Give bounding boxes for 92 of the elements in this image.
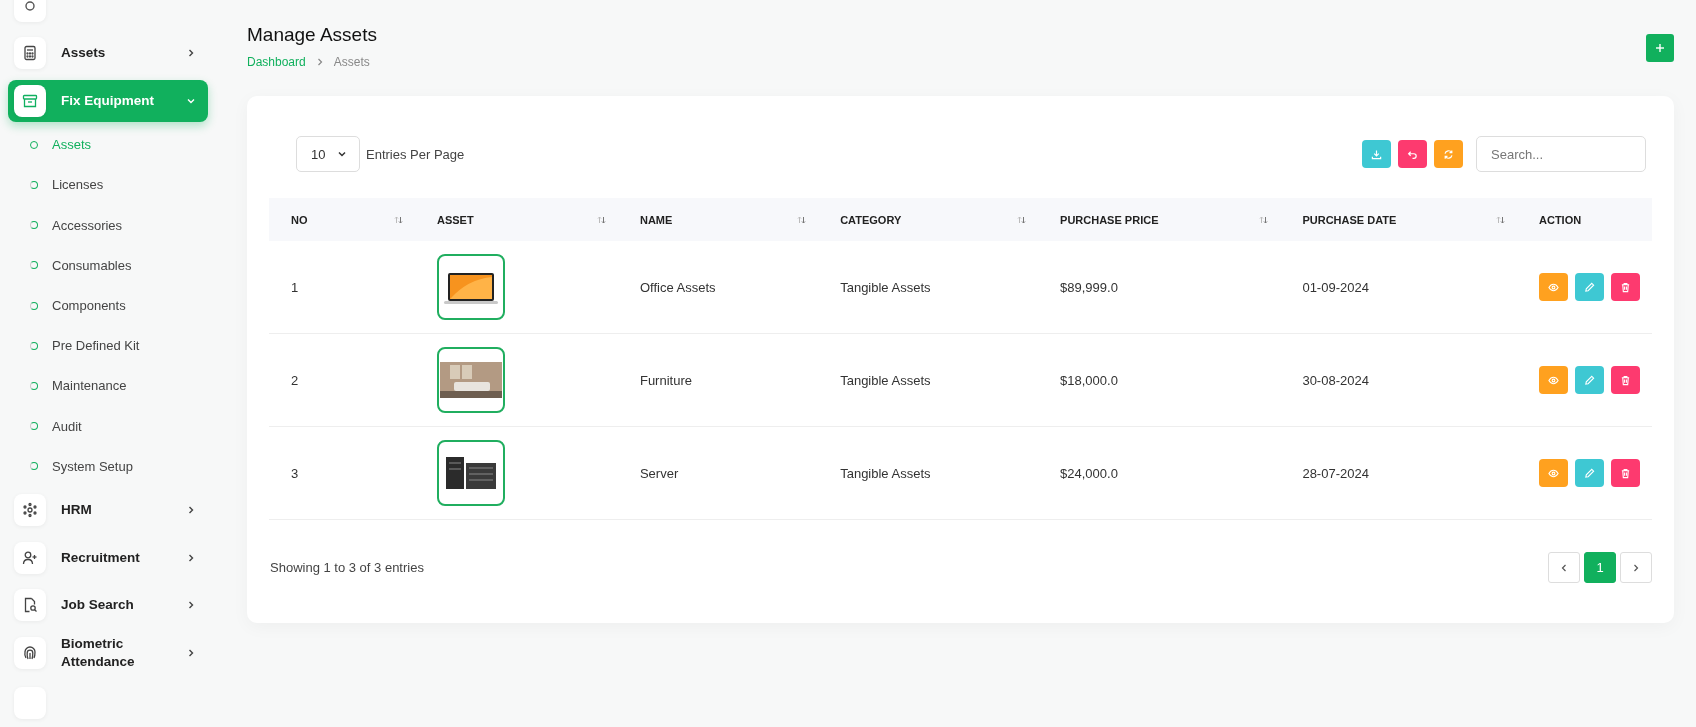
calculator-icon bbox=[14, 37, 46, 70]
table-cell: $18,000.0 bbox=[1060, 372, 1118, 388]
sidebar-item[interactable]: Recruitment bbox=[8, 536, 208, 579]
table-cell: $89,999.0 bbox=[1060, 279, 1118, 295]
sidebar-item[interactable]: Biometric Attendance bbox=[8, 632, 208, 674]
trash-icon bbox=[1620, 281, 1631, 293]
chevron-left-icon bbox=[1560, 563, 1568, 572]
chevron-icon bbox=[186, 48, 196, 59]
submenu-item[interactable]: System Setup bbox=[8, 446, 208, 487]
doc-search-icon bbox=[14, 589, 46, 622]
table-cell: 28-07-2024 bbox=[1302, 465, 1369, 481]
undo-button[interactable] bbox=[1398, 140, 1427, 168]
breadcrumb-current: Assets bbox=[333, 55, 370, 69]
download-button[interactable] bbox=[1362, 140, 1391, 168]
column-header: PURCHASE DATE bbox=[1302, 213, 1397, 226]
chevron-icon bbox=[315, 58, 324, 66]
view-button[interactable] bbox=[1539, 366, 1568, 394]
column-header: PURCHASE PRICE bbox=[1060, 213, 1159, 226]
submenu-item[interactable]: Consumables bbox=[8, 245, 208, 286]
sort-icon[interactable] bbox=[1496, 215, 1505, 224]
table-cell: Tangible Assets bbox=[840, 279, 931, 295]
chevron-icon bbox=[186, 600, 196, 611]
sidebar-item[interactable]: HRM bbox=[8, 489, 208, 531]
table-cell: Office Assets bbox=[639, 279, 716, 295]
sort-icon[interactable] bbox=[394, 215, 403, 224]
table-cell: Tangible Assets bbox=[840, 372, 931, 388]
sort-icon[interactable] bbox=[1259, 215, 1269, 224]
sidebar-item[interactable]: Assets bbox=[8, 32, 208, 75]
table-cell: 01-09-2024 bbox=[1302, 279, 1369, 295]
submenu-item[interactable]: Maintenance bbox=[8, 365, 208, 406]
chevron-icon bbox=[186, 552, 196, 563]
entries-label: Entries Per Page bbox=[366, 146, 465, 162]
hub-icon bbox=[14, 494, 46, 527]
view-button[interactable] bbox=[1539, 459, 1568, 487]
refresh-icon bbox=[1443, 148, 1454, 160]
sort-icon[interactable] bbox=[797, 215, 807, 224]
eye-icon bbox=[1548, 467, 1559, 479]
submenu-item[interactable]: Licenses bbox=[8, 164, 208, 205]
page-title: Manage Assets bbox=[247, 24, 377, 46]
caret-icon bbox=[337, 149, 347, 159]
search-field[interactable]: Search... bbox=[1476, 136, 1646, 172]
table-cell: 30-08-2024 bbox=[1302, 372, 1369, 388]
column-header: ASSET bbox=[437, 213, 474, 226]
archive-icon bbox=[14, 84, 46, 117]
fingerprint-icon bbox=[14, 636, 46, 669]
table-cell: 1 bbox=[291, 279, 299, 295]
table-cell: $24,000.0 bbox=[1060, 465, 1118, 481]
chevron-right-icon bbox=[1632, 563, 1640, 572]
eye-icon bbox=[1548, 281, 1559, 293]
next-page-button[interactable] bbox=[1620, 552, 1652, 583]
photo-placeholder bbox=[437, 254, 505, 320]
refresh-button[interactable] bbox=[1434, 140, 1463, 168]
sidebar-item[interactable]: Job Search bbox=[8, 584, 208, 626]
pencil-icon bbox=[1584, 281, 1595, 293]
column-header: NAME bbox=[639, 213, 673, 226]
column-header: CATEGORY bbox=[840, 213, 902, 226]
chevron-icon bbox=[186, 505, 196, 516]
delete-button[interactable] bbox=[1611, 366, 1640, 394]
submenu-item[interactable]: Audit bbox=[8, 406, 208, 447]
entries-summary: Showing 1 to 3 of 3 entries bbox=[270, 560, 424, 575]
eye-icon bbox=[1548, 374, 1559, 386]
column-header: NO bbox=[291, 213, 308, 226]
column-header: ACTION bbox=[1539, 213, 1582, 226]
trash-icon bbox=[1620, 467, 1631, 479]
download-icon bbox=[1371, 148, 1382, 160]
delete-button[interactable] bbox=[1611, 273, 1640, 301]
edit-button[interactable] bbox=[1575, 366, 1604, 394]
table-cell: 2 bbox=[291, 372, 299, 388]
chevron-icon bbox=[186, 647, 196, 658]
view-button[interactable] bbox=[1539, 273, 1568, 301]
submenu-item[interactable]: Pre Defined Kit bbox=[8, 325, 208, 366]
previous-page-button[interactable] bbox=[1548, 552, 1580, 583]
plus-icon bbox=[1655, 43, 1665, 53]
sort-icon[interactable] bbox=[1017, 215, 1027, 224]
edit-button[interactable] bbox=[1575, 273, 1604, 301]
table-cell: Tangible Assets bbox=[840, 465, 931, 481]
sort-icon[interactable] bbox=[596, 215, 606, 224]
pencil-icon bbox=[1584, 374, 1595, 386]
table-cell: Furniture bbox=[639, 372, 692, 388]
entries-select[interactable]: 10 bbox=[296, 136, 360, 172]
submenu-item[interactable]: Accessories bbox=[8, 205, 208, 246]
trash-icon bbox=[1620, 374, 1631, 386]
add-button[interactable] bbox=[1646, 34, 1674, 62]
edit-button[interactable] bbox=[1575, 459, 1604, 487]
user-plus-icon bbox=[14, 541, 46, 574]
photo-placeholder bbox=[437, 347, 505, 413]
delete-button[interactable] bbox=[1611, 459, 1640, 487]
submenu-item[interactable]: Components bbox=[8, 285, 208, 326]
table-cell: Server bbox=[639, 465, 679, 481]
pencil-icon bbox=[1584, 467, 1595, 479]
photo-placeholder bbox=[437, 440, 505, 506]
table-cell: 3 bbox=[291, 465, 299, 481]
